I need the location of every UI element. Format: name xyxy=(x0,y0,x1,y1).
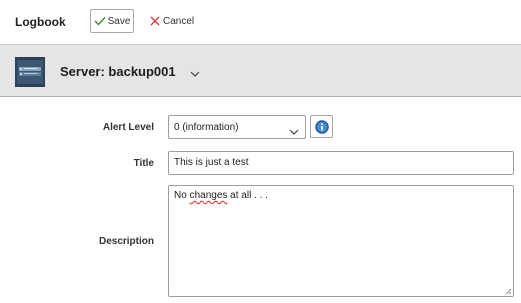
chevron-down-icon xyxy=(289,123,299,135)
app-title: Logbook xyxy=(15,15,66,29)
description-text-end: at all . . . xyxy=(230,190,268,201)
alert-level-value: 0 (information) xyxy=(174,122,239,133)
description-textarea[interactable]: No changes at all . . . xyxy=(168,185,514,297)
close-icon xyxy=(150,16,160,26)
alert-level-select[interactable]: 0 (information) xyxy=(168,115,306,139)
server-rack-image xyxy=(15,57,45,87)
description-label: Description xyxy=(98,236,154,247)
chevron-down-icon[interactable] xyxy=(189,66,201,77)
save-button-label: Save xyxy=(107,15,131,27)
title-label: Title xyxy=(133,158,154,169)
info-icon xyxy=(314,119,329,134)
checkmark-icon xyxy=(94,16,106,26)
resize-grip-icon[interactable] xyxy=(504,287,512,295)
title-input[interactable]: This is just a test xyxy=(168,151,514,175)
toolbar: Logbook Save Cancel xyxy=(0,0,521,44)
server-title: Server: backup001 xyxy=(60,64,176,79)
alert-level-label: Alert Level xyxy=(102,122,154,133)
cancel-button[interactable]: Cancel xyxy=(150,9,194,33)
cancel-button-label: Cancel xyxy=(163,15,195,27)
save-button[interactable]: Save xyxy=(90,9,134,33)
info-button[interactable] xyxy=(310,115,333,138)
misspelled-word: changes xyxy=(189,190,228,201)
server-header: Server: backup001 xyxy=(0,44,521,97)
description-text-start: No xyxy=(174,190,187,201)
